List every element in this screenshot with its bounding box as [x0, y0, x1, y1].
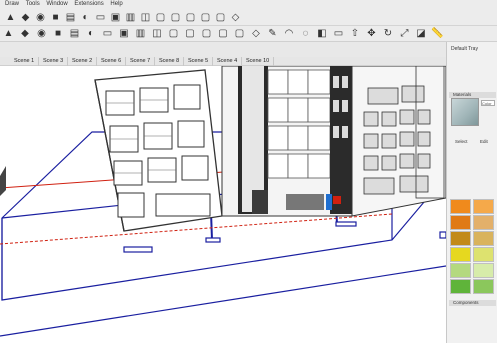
rotate-icon[interactable]: ▣ [118, 27, 131, 40]
eraser-icon[interactable]: ■ [52, 27, 65, 40]
color-swatch[interactable] [450, 231, 471, 246]
rectangle-icon[interactable]: ▤ [68, 27, 81, 40]
arc-icon[interactable]: ◆ [19, 27, 32, 40]
model-viewport[interactable] [0, 66, 446, 343]
tray-title: Default Tray [451, 46, 478, 52]
dimension-icon[interactable]: ▢ [184, 27, 197, 40]
scene-tabs: Scene 1 Scene 3 Scene 2 Scene 6 Scene 7 Scene… [0, 57, 446, 66]
open-icon[interactable]: ▭ [94, 11, 107, 24]
view-front-icon[interactable]: ▢ [154, 11, 167, 24]
scene-tab-8[interactable]: Scene 4 [213, 57, 243, 66]
tab-edit[interactable]: Edit [480, 139, 488, 144]
text-icon[interactable]: ▢ [217, 27, 230, 40]
view-right-icon[interactable]: ▢ [169, 11, 182, 24]
section-icon[interactable]: ✥ [365, 27, 378, 40]
axes-icon[interactable]: ▢ [233, 27, 246, 40]
3dtext-icon[interactable]: ◇ [250, 27, 263, 40]
scene-tab-1[interactable]: Scene 1 [10, 57, 40, 66]
drawing-toolbar: ▲ ◆ ◉ ■ ▤ ◐ ▭ ▣ ▥ ◫ ▢ ▢ ▢ ▢ ▢ ◇ ✎ ◠ ◌ ◧ ▭ ⇧ ✥ ↻ ⤢ ◪ 📏 [0, 26, 497, 42]
scene-tab-7[interactable]: Scene 5 [184, 57, 214, 66]
pushpull-icon[interactable]: ◐ [85, 27, 98, 40]
scene-tab-6[interactable]: Scene 8 [155, 57, 185, 66]
pencil-icon[interactable]: ▲ [2, 27, 15, 40]
color-swatch[interactable] [473, 199, 494, 214]
select-icon[interactable]: ▲ [4, 11, 17, 24]
menu-draw[interactable]: Draw [5, 0, 19, 8]
material-name-field[interactable]: Color [481, 100, 495, 106]
shadow-icon[interactable]: ◐ [79, 11, 92, 24]
zoom-extents-icon[interactable]: ◧ [316, 27, 329, 40]
color-swatch[interactable] [450, 215, 471, 230]
right-building[interactable] [351, 66, 446, 217]
view-top-icon[interactable]: ▢ [214, 11, 227, 24]
view-back-icon[interactable]: ▢ [184, 11, 197, 24]
main-toolbar: ▲ ◆ ◉ ■ ▤ ◐ ▭ ▣ ▥ ◫ ▢ ▢ ▢ ▢ ▢ ◇ [0, 9, 497, 26]
color-swatch[interactable] [450, 279, 471, 294]
sandbox-icon[interactable]: ↻ [382, 27, 395, 40]
scene-tab-3[interactable]: Scene 2 [68, 57, 98, 66]
scene-tab-5[interactable]: Scene 7 [126, 57, 156, 66]
menu-tools[interactable]: Tools [26, 0, 40, 8]
color-swatch[interactable] [473, 215, 494, 230]
view-iso-icon[interactable]: ◇ [229, 11, 242, 24]
scene-tab-4[interactable]: Scene 6 [97, 57, 127, 66]
cube-icon[interactable]: ■ [49, 11, 62, 24]
color-swatch[interactable] [473, 231, 494, 246]
material-preview [451, 98, 479, 126]
color-swatch[interactable] [450, 247, 471, 262]
layers-icon[interactable]: ▤ [64, 11, 77, 24]
look-icon[interactable]: ⇧ [349, 27, 362, 40]
warehouse-icon[interactable]: ◪ [415, 27, 428, 40]
sketchup-window: Draw Tools Window Extensions Help ▲ ◆ ◉ ■ ▤ ◐… [0, 0, 497, 343]
scene-tab-9[interactable]: Scene 10 [242, 57, 275, 66]
menu-extensions[interactable]: Extensions [74, 0, 103, 8]
model-canvas[interactable] [0, 66, 446, 343]
protractor-icon[interactable]: ▢ [200, 27, 213, 40]
view-left-icon[interactable]: ▢ [199, 11, 212, 24]
ruby-icon[interactable]: ⤢ [398, 27, 411, 40]
walk-icon[interactable]: ▭ [332, 27, 345, 40]
component-icon[interactable]: ◉ [34, 11, 47, 24]
components-section[interactable]: Components [449, 300, 496, 306]
color-swatch[interactable] [473, 247, 494, 262]
color-swatch[interactable] [450, 199, 471, 214]
tape-icon[interactable]: ▢ [167, 27, 180, 40]
color-swatch[interactable] [473, 279, 494, 294]
paint-bucket-icon[interactable]: ◆ [19, 11, 32, 24]
orbit-icon[interactable]: ✎ [266, 27, 279, 40]
offset-icon[interactable]: ◫ [151, 27, 164, 40]
pan-icon[interactable]: ◠ [283, 27, 296, 40]
default-tray: Default Tray Materials Color Select Edit… [446, 42, 497, 343]
menu-window[interactable]: Window [46, 0, 67, 8]
menu-bar: Draw Tools Window Extensions Help [0, 0, 497, 9]
zoom-icon[interactable]: ◌ [299, 27, 312, 40]
scene-tab-2[interactable]: Scene 3 [39, 57, 69, 66]
lasso-icon[interactable]: ◉ [35, 27, 48, 40]
camera-icon[interactable]: ◫ [139, 11, 152, 24]
extension-icon[interactable]: 📏 [431, 27, 444, 40]
save-icon[interactable]: ▣ [109, 11, 122, 24]
print-icon[interactable]: ▥ [124, 11, 137, 24]
color-swatch[interactable] [450, 263, 471, 278]
move-icon[interactable]: ▭ [101, 27, 114, 40]
menu-help[interactable]: Help [110, 0, 122, 8]
color-swatch[interactable] [473, 263, 494, 278]
scale-icon[interactable]: ▥ [134, 27, 147, 40]
middle-building[interactable] [221, 66, 353, 217]
tab-select[interactable]: Select [455, 139, 468, 144]
